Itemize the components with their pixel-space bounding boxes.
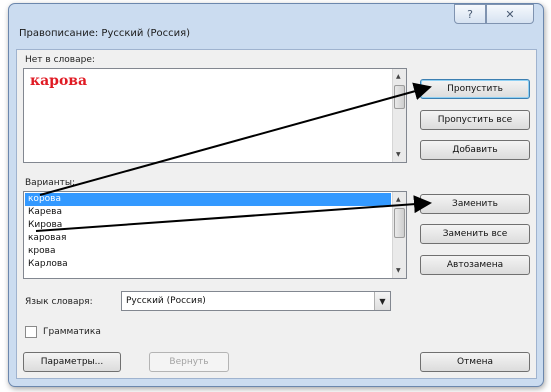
misspelled-word: карова xyxy=(30,73,88,89)
skip-all-button[interactable]: Пропустить все xyxy=(420,110,530,130)
replace-button[interactable]: Заменить xyxy=(420,194,530,214)
dialog-body: Нет в словаре: карова ▲ ▼ Пропустить Про… xyxy=(16,49,537,379)
scroll-down-icon: ▼ xyxy=(396,151,401,158)
spelling-dialog: ? ✕ Правописание: Русский (Россия) Нет в… xyxy=(8,3,544,387)
not-in-dictionary-label: Нет в словаре: xyxy=(25,55,95,65)
dictionary-language-select[interactable]: Русский (Россия) ▼ xyxy=(121,291,391,311)
scroll-thumb[interactable] xyxy=(394,208,405,238)
add-button[interactable]: Добавить xyxy=(420,140,530,160)
cancel-button[interactable]: Отмена xyxy=(420,352,530,372)
close-icon: ✕ xyxy=(505,7,515,21)
grammar-checkbox[interactable] xyxy=(25,326,37,338)
misspelled-word-box[interactable]: карова ▲ ▼ xyxy=(23,68,407,163)
options-button[interactable]: Параметры... xyxy=(23,352,121,372)
suggestions-list[interactable]: корова Карева Кирова каровая крова Карло… xyxy=(23,191,407,279)
autocorrect-button[interactable]: Автозамена xyxy=(420,255,530,275)
scroll-thumb[interactable] xyxy=(394,85,405,109)
suggestion-item[interactable]: Карева xyxy=(25,206,391,219)
skip-button[interactable]: Пропустить xyxy=(420,79,530,99)
undo-button: Вернуть xyxy=(149,352,229,372)
grammar-label: Грамматика xyxy=(43,327,101,337)
close-button[interactable]: ✕ xyxy=(486,4,534,24)
help-icon: ? xyxy=(467,7,473,21)
scroll-up-icon: ▲ xyxy=(396,73,401,80)
chevron-down-icon[interactable]: ▼ xyxy=(374,292,390,310)
window-title: Правописание: Русский (Россия) xyxy=(19,28,191,39)
suggestion-item[interactable]: Кирова xyxy=(25,219,391,232)
suggestions-items: корова Карева Кирова каровая крова Карло… xyxy=(25,193,391,271)
misspelled-scrollbar[interactable]: ▲ ▼ xyxy=(392,69,406,162)
suggestion-item[interactable]: крова xyxy=(25,245,391,258)
suggestions-label: Варианты: xyxy=(25,178,76,188)
suggestion-item[interactable]: корова xyxy=(25,193,391,206)
suggestions-scrollbar[interactable]: ▲ ▼ xyxy=(392,192,406,278)
dictionary-language-value: Русский (Россия) xyxy=(126,296,206,306)
suggestion-item[interactable]: каровая xyxy=(25,232,391,245)
scroll-up-icon: ▲ xyxy=(396,196,401,203)
dictionary-language-label: Язык словаря: xyxy=(25,297,93,307)
help-button[interactable]: ? xyxy=(454,4,486,24)
replace-all-button[interactable]: Заменить все xyxy=(420,224,530,244)
scroll-down-icon: ▼ xyxy=(396,267,401,274)
suggestion-item[interactable]: Карлова xyxy=(25,258,391,271)
